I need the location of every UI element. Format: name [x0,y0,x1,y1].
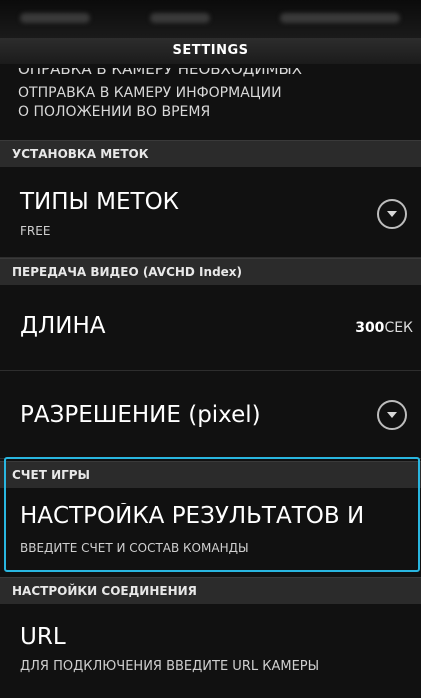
item-title: URL [20,624,66,650]
length-value: 300СЕК [355,320,413,336]
url-item[interactable]: URL ДЛЯ ПОДКЛЮЧЕНИЯ ВВЕДИТЕ URL КАМЕРЫ [0,604,421,698]
status-bar-blurred-area [20,13,90,23]
partially-hidden-text: ОПРАВКА В КАМЕРУ НЕОБХОДИМЫХ [18,68,303,78]
length-unit: СЕК [384,320,413,336]
status-bar-blurred-area [150,13,210,23]
item-subtitle: FREE [20,224,51,238]
settings-list[interactable]: ОПРАВКА В КАМЕРУ НЕОБХОДИМЫХ ОТПРАВКА В … [0,64,421,698]
length-number: 300 [355,320,385,336]
item-subtitle: ДЛЯ ПОДКЛЮЧЕНИЯ ВВЕДИТЕ URL КАМЕРЫ [20,659,320,674]
page-title: SETTINGS [0,38,421,64]
location-info-item[interactable]: ОТПРАВКА В КАМЕРУ ИНФОРМАЦИИ О ПОЛОЖЕНИИ… [18,84,282,122]
section-header-marks: УСТАНОВКА МЕТОК [0,140,421,167]
info-line: ОТПРАВКА В КАМЕРУ ИНФОРМАЦИИ [18,85,282,101]
item-title: ДЛИНА [20,313,106,339]
resolution-item[interactable]: РАЗРЕШЕНИЕ (pixel) [0,371,421,459]
item-title: ТИПЫ МЕТОК [20,189,180,215]
section-header-connection: НАСТРОЙКИ СОЕДИНЕНИЯ [0,577,421,604]
mark-types-item[interactable]: ТИПЫ МЕТОК FREE [0,167,421,258]
info-line: О ПОЛОЖЕНИИ ВО ВРЕМЯ [18,104,211,120]
section-header-video: ПЕРЕДАЧА ВИДЕО (AVCHD Index) [0,258,421,285]
length-item[interactable]: ДЛИНА 300СЕК [0,285,421,371]
status-bar [0,0,421,38]
phone-screen: SETTINGS ОПРАВКА В КАМЕРУ НЕОБХОДИМЫХ ОТ… [0,0,421,698]
chevron-down-circle-icon[interactable] [377,199,407,229]
selection-highlight [4,457,420,572]
chevron-down-circle-icon[interactable] [377,400,407,430]
item-title: РАЗРЕШЕНИЕ (pixel) [20,402,261,428]
status-bar-blurred-area [280,13,400,23]
